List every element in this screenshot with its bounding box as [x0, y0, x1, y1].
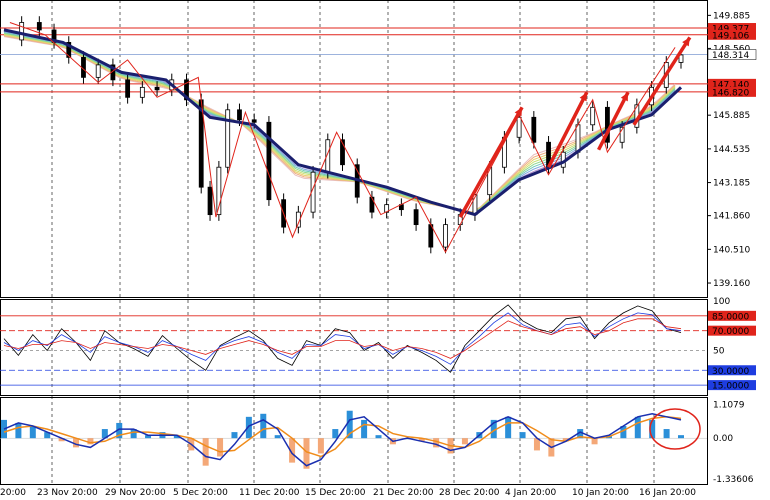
price-axis-label: 143.185	[713, 179, 750, 189]
candle-body	[237, 109, 242, 121]
price-axis-label: 145.885	[713, 111, 750, 121]
candle-body	[413, 209, 419, 226]
macd-histogram-bar	[317, 438, 324, 454]
macd-histogram-bar	[274, 435, 281, 439]
chart-canvas: 149.885148.560145.885144.535143.185141.8…	[0, 0, 757, 498]
macd-histogram-bar	[519, 432, 526, 439]
candle-body	[251, 119, 257, 123]
x-axis-label: 29 Nov 20:00	[105, 488, 166, 498]
candle-body	[590, 106, 596, 126]
candle-body	[154, 86, 160, 91]
oscillator-level-label: 30.0000	[712, 367, 749, 377]
oscillator-level-label: 70.0000	[712, 327, 749, 337]
x-axis-label: 4 Jan 20:00	[505, 488, 557, 498]
macd-histogram-bar	[231, 432, 238, 439]
candle-body	[516, 116, 522, 138]
candle-body	[19, 22, 25, 41]
macd-histogram-bar	[591, 438, 598, 445]
candle-body	[125, 79, 131, 98]
candle-body	[369, 196, 375, 213]
x-axis-label: 11 Dec 20:00	[239, 488, 300, 498]
x-axis-label: 10 Jan 20:00	[572, 488, 629, 498]
candle-body	[575, 124, 581, 153]
price-level-label: 149.106	[712, 31, 749, 41]
price-axis-label: 149.885	[713, 11, 750, 21]
macd-histogram-bar	[15, 422, 22, 439]
x-axis-label: 15 Dec 20:00	[305, 488, 366, 498]
macd-histogram-bar	[375, 435, 382, 439]
macd-axis-label: 1.1079	[713, 400, 745, 410]
current-price-label: 148.314	[712, 51, 749, 61]
candle-body	[531, 116, 537, 143]
candle-body	[95, 64, 101, 78]
x-axis-label: 28 Dec 20:00	[439, 488, 500, 498]
macd-histogram-bar	[505, 416, 512, 439]
macd-histogram-bar	[361, 419, 368, 439]
candle-body	[139, 86, 145, 98]
price-level-label: 146.820	[712, 88, 749, 98]
macd-histogram-bar	[634, 416, 641, 439]
x-axis-label: 5 Dec 20:00	[173, 488, 228, 498]
macd-histogram-bar	[332, 429, 339, 439]
macd-histogram-bar	[217, 438, 224, 457]
x-axis-label: 16 Jan 20:00	[639, 488, 696, 498]
macd-histogram-bar	[461, 438, 468, 445]
oscillator-axis-label: 50	[713, 346, 725, 356]
price-panel-frame	[0, 0, 708, 298]
trading-chart: 149.885148.560145.885144.535143.185141.8…	[0, 0, 770, 500]
x-axis-label: 23 Nov 20:00	[37, 488, 98, 498]
price-axis-label: 139.160	[713, 279, 750, 289]
price-axis-label: 141.860	[713, 212, 750, 222]
candle-body	[36, 22, 42, 31]
macd-histogram-bar	[663, 429, 670, 439]
macd-histogram-bar	[260, 413, 267, 439]
x-axis-label: 20:00	[0, 488, 26, 498]
oscillator-level-label: 85.0000	[712, 312, 749, 322]
x-axis-label: 21 Dec 20:00	[373, 488, 434, 498]
macd-histogram-bar	[202, 438, 209, 466]
candle-body	[443, 224, 448, 248]
candle-body	[225, 109, 231, 168]
macd-axis-label: -1.33606	[713, 475, 754, 485]
oscillator-level-label: 15.0000	[712, 382, 749, 392]
candle-body	[207, 186, 213, 216]
macd-histogram-bar	[678, 435, 684, 439]
oscillator-panel-frame	[0, 299, 708, 396]
macd-histogram-bar	[29, 426, 36, 439]
candle-body	[266, 121, 272, 201]
price-axis-label: 140.510	[713, 245, 750, 255]
macd-axis-label: 0.00	[713, 434, 733, 444]
price-axis-label: 144.535	[713, 145, 750, 155]
oscillator-axis-label: 100	[713, 297, 730, 307]
